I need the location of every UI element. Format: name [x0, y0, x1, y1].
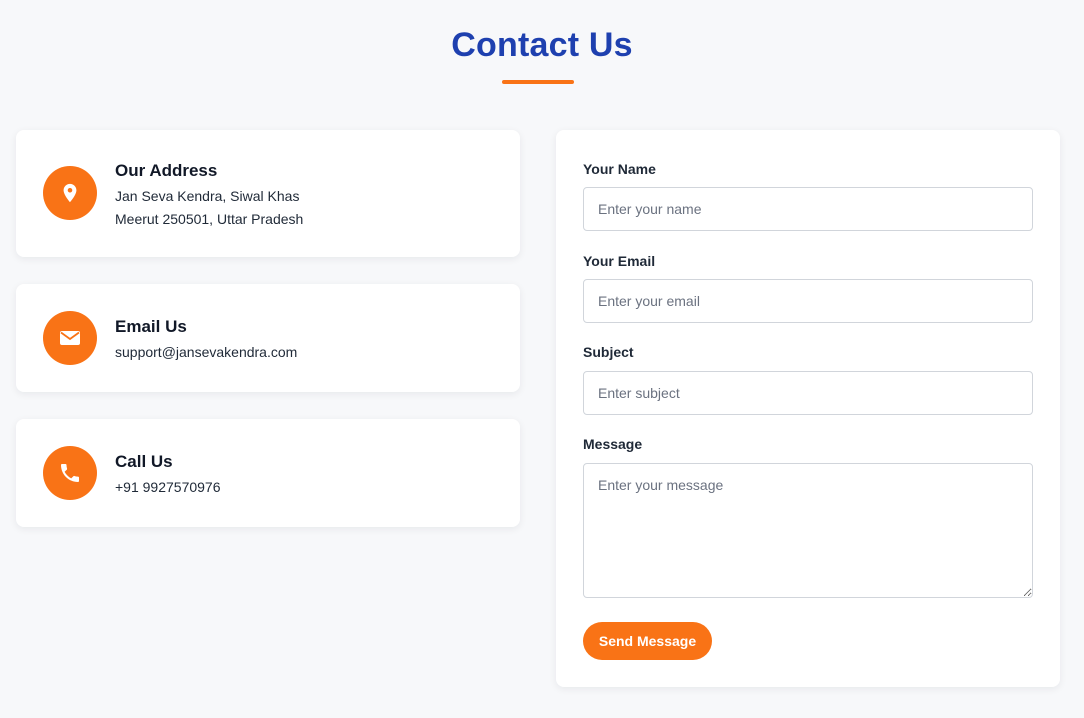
title-underline [502, 80, 574, 84]
subject-input[interactable] [583, 371, 1033, 415]
subject-label: Subject [583, 344, 634, 360]
email-address[interactable]: support@jansevakendra.com [115, 344, 297, 360]
phone-number[interactable]: +91 9927570976 [115, 479, 221, 495]
email-label: Your Email [583, 253, 656, 269]
address-card: Our Address Jan Seva Kendra, Siwal Khas … [16, 130, 520, 257]
email-input[interactable] [583, 279, 1033, 323]
email-title: Email Us [115, 317, 187, 336]
name-label: Your Name [583, 161, 656, 177]
address-line-2: Meerut 250501, Uttar Pradesh [115, 211, 304, 227]
email-card: Email Us support@jansevakendra.com [16, 284, 520, 392]
phone-card: Call Us +91 9927570976 [16, 419, 520, 527]
address-line-1: Jan Seva Kendra, Siwal Khas [115, 188, 300, 204]
map-pin-icon [43, 166, 97, 220]
page-title: Contact Us [451, 26, 633, 64]
phone-title: Call Us [115, 452, 173, 471]
phone-icon [43, 446, 97, 500]
contact-page: Contact Us Our Address Jan Seva Kendra, … [0, 0, 1084, 718]
message-textarea[interactable] [583, 463, 1033, 598]
message-label: Message [583, 436, 643, 452]
envelope-icon [43, 311, 97, 365]
address-title: Our Address [115, 161, 218, 180]
send-message-button[interactable]: Send Message [583, 622, 712, 660]
contact-form: Your Name Your Email Subject Message Sen… [556, 130, 1060, 687]
name-input[interactable] [583, 187, 1033, 231]
